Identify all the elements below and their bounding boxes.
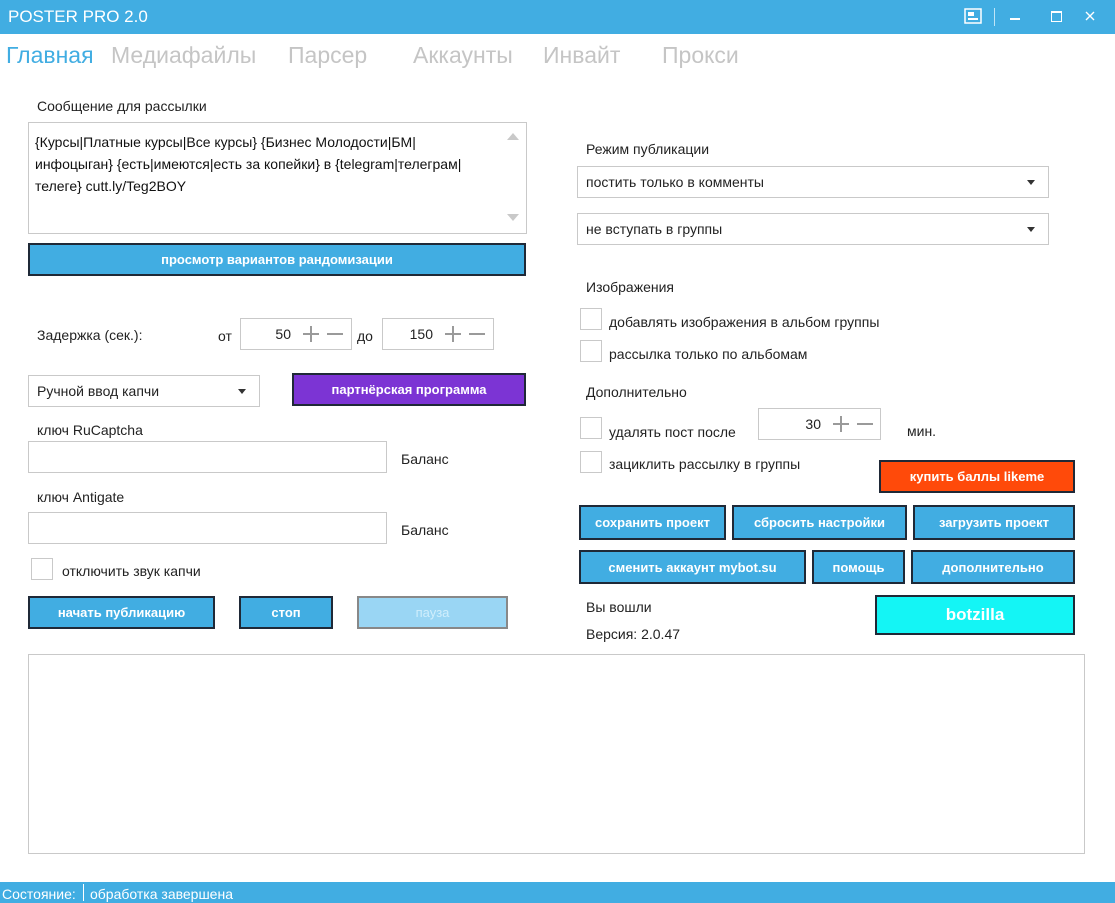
captcha-mode-value: Ручной ввод капчи: [37, 383, 160, 399]
save-project-button[interactable]: сохранить проект: [579, 505, 726, 540]
status-bar: Состояние: обработка завершена: [0, 882, 1115, 903]
minus-icon[interactable]: [469, 333, 485, 335]
plus-icon[interactable]: [445, 326, 461, 342]
help-button[interactable]: помощь: [812, 550, 905, 584]
tab-invite[interactable]: Инвайт: [543, 42, 620, 69]
reset-settings-button[interactable]: сбросить настройки: [732, 505, 907, 540]
chevron-down-icon: [1027, 227, 1035, 232]
version-label: Версия: 2.0.47: [586, 626, 681, 642]
minimize-icon[interactable]: [1002, 4, 1028, 28]
minus-icon[interactable]: [857, 423, 873, 425]
message-textarea[interactable]: {Курсы|Платные курсы|Все курсы} {Бизнес …: [28, 122, 527, 234]
scroll-up-icon[interactable]: [507, 133, 519, 140]
log-area[interactable]: [28, 654, 1085, 854]
delay-from-value: 50: [275, 326, 291, 342]
minutes-unit-label: мин.: [907, 423, 937, 439]
mute-captcha-checkbox[interactable]: [31, 558, 53, 580]
delay-from-stepper[interactable]: 50: [240, 318, 352, 350]
close-icon[interactable]: [1077, 4, 1103, 28]
plus-icon[interactable]: [833, 416, 849, 432]
delay-to-value: 150: [409, 326, 433, 342]
partner-program-button[interactable]: партнёрская программа: [292, 373, 526, 406]
antigate-label: ключ Antigate: [37, 489, 125, 505]
message-label: Сообщение для рассылки: [37, 98, 207, 114]
plus-icon[interactable]: [303, 326, 319, 342]
tab-parser[interactable]: Парсер: [288, 42, 367, 69]
minus-icon[interactable]: [327, 333, 343, 335]
delete-minutes-stepper[interactable]: 30: [758, 408, 881, 440]
group-join-select[interactable]: не вступать в группы: [577, 213, 1049, 245]
delete-post-label: удалять пост после: [609, 424, 736, 440]
scroll-down-icon[interactable]: [507, 214, 519, 221]
chevron-down-icon: [238, 389, 246, 394]
captcha-mode-select[interactable]: Ручной ввод капчи: [28, 375, 260, 407]
tab-accounts[interactable]: Аккаунты: [413, 42, 513, 69]
rucaptcha-balance-label: Баланс: [401, 451, 449, 467]
stop-button[interactable]: стоп: [239, 596, 333, 629]
load-project-button[interactable]: загрузить проект: [913, 505, 1075, 540]
delete-post-checkbox[interactable]: [580, 417, 602, 439]
chevron-down-icon: [1027, 180, 1035, 185]
publication-mode-label: Режим публикации: [586, 141, 710, 157]
pause-button[interactable]: пауза: [357, 596, 508, 629]
more-button[interactable]: дополнительно: [911, 550, 1075, 584]
delay-to-label: до: [357, 328, 373, 344]
tab-proxy[interactable]: Прокси: [662, 42, 739, 69]
tab-main[interactable]: Главная: [6, 42, 94, 69]
images-label: Изображения: [586, 279, 674, 295]
delay-label: Задержка (сек.):: [37, 327, 143, 343]
add-to-album-label: добавлять изображения в альбом группы: [609, 314, 880, 330]
extra-label: Дополнительно: [586, 384, 687, 400]
delay-from-label: от: [218, 328, 232, 344]
pin-icon[interactable]: [960, 4, 986, 28]
buy-likeme-button[interactable]: купить баллы likeme: [879, 460, 1075, 493]
botzilla-button[interactable]: botzilla: [875, 595, 1075, 635]
change-account-button[interactable]: сменить аккаунт mybot.su: [579, 550, 806, 584]
title-bar: [0, 0, 1115, 34]
add-to-album-checkbox[interactable]: [580, 308, 602, 330]
rucaptcha-label: ключ RuCaptcha: [37, 422, 143, 438]
tab-media[interactable]: Медиафайлы: [111, 42, 256, 69]
rucaptcha-key-input[interactable]: [28, 441, 387, 473]
publication-mode-value: постить только в комменты: [586, 174, 764, 190]
titlebar-divider: [994, 8, 995, 26]
status-divider: [83, 884, 84, 901]
start-publication-button[interactable]: начать публикацию: [28, 596, 215, 629]
antigate-balance-label: Баланс: [401, 522, 449, 538]
albums-only-label: рассылка только по альбомам: [609, 346, 808, 362]
delete-minutes-value: 30: [805, 416, 821, 432]
albums-only-checkbox[interactable]: [580, 340, 602, 362]
logged-in-label: Вы вошли: [586, 599, 652, 615]
publication-mode-select[interactable]: постить только в комменты: [577, 166, 1049, 198]
status-label: Состояние:: [2, 886, 76, 902]
window-title: POSTER PRO 2.0: [8, 7, 148, 26]
loop-label: зациклить рассылку в группы: [609, 456, 801, 472]
loop-checkbox[interactable]: [580, 451, 602, 473]
delay-to-stepper[interactable]: 150: [382, 318, 494, 350]
antigate-key-input[interactable]: [28, 512, 387, 544]
randomize-preview-button[interactable]: просмотр вариантов рандомизации: [28, 243, 526, 276]
maximize-icon[interactable]: [1043, 4, 1069, 28]
mute-captcha-label: отключить звук капчи: [62, 563, 201, 579]
group-join-value: не вступать в группы: [586, 221, 723, 237]
status-value: обработка завершена: [90, 886, 233, 902]
